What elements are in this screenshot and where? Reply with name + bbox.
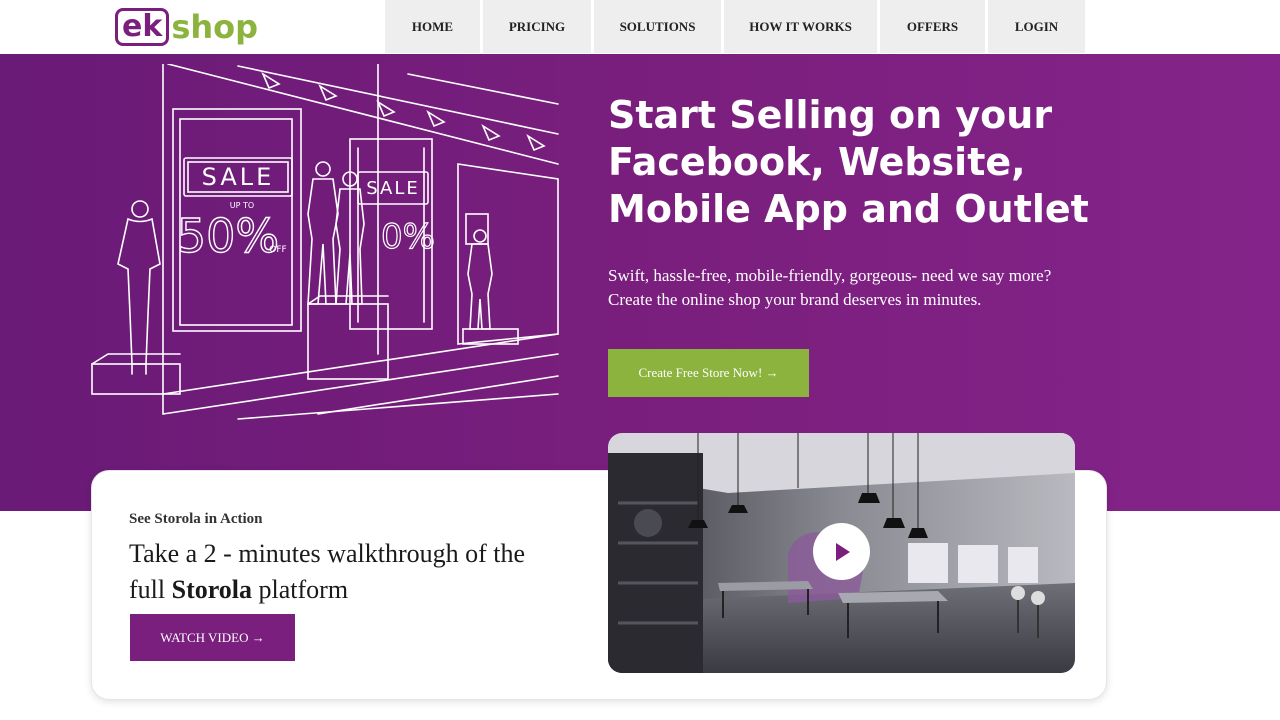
nav-home[interactable]: HOME	[385, 0, 480, 53]
sale-sign-1-text: SALE	[202, 163, 275, 191]
play-icon	[835, 542, 850, 561]
site-header: ek shop HOME PRICING SOLUTIONS HOW IT WO…	[0, 0, 1280, 54]
walkthrough-title: Take a 2 - minutes walkthrough of the fu…	[129, 536, 559, 608]
svg-text:0%: 0%	[381, 217, 435, 257]
play-button[interactable]	[813, 523, 870, 580]
hero-title-line-3: Mobile App and Outlet	[608, 187, 1089, 231]
walkthrough-title-suffix: platform	[252, 575, 349, 604]
hero-title: Start Selling on your Facebook, Website,…	[608, 92, 1248, 233]
walkthrough-title-brand: Storola	[171, 575, 253, 604]
nav-login[interactable]: LOGIN	[988, 0, 1085, 53]
fifty-percent-text: 50%	[177, 209, 279, 263]
create-free-store-button[interactable]: Create Free Store Now! →	[608, 349, 809, 397]
hero-subtitle-line-2: Create the online shop your brand deserv…	[608, 290, 982, 309]
logo-ek-mark: ek	[115, 8, 170, 46]
hero-title-line-2: Facebook, Website,	[608, 140, 1026, 184]
storefront-sale-illustration: SALE UP TO 50% OFF SALE 0%	[91, 64, 559, 420]
watch-video-button[interactable]: WATCH VIDEO →	[130, 614, 295, 661]
main-nav: HOME PRICING SOLUTIONS HOW IT WORKS OFFE…	[385, 0, 1085, 53]
ekshop-logo[interactable]: ek shop	[115, 6, 258, 48]
nav-solutions[interactable]: SOLUTIONS	[594, 0, 721, 53]
nav-offers[interactable]: OFFERS	[880, 0, 985, 53]
nav-how-it-works[interactable]: HOW IT WORKS	[724, 0, 877, 53]
sale-sign-2-text: SALE	[366, 178, 419, 199]
hero-title-line-1: Start Selling on your	[608, 93, 1053, 137]
hero-subtitle-line-1: Swift, hassle-free, mobile-friendly, gor…	[608, 266, 1052, 285]
nav-pricing[interactable]: PRICING	[483, 0, 591, 53]
walkthrough-kicker: See Storola in Action	[129, 511, 263, 527]
logo-shop-text: shop	[171, 8, 259, 46]
hero-subtitle: Swift, hassle-free, mobile-friendly, gor…	[608, 264, 1128, 312]
off-text: OFF	[269, 245, 286, 255]
